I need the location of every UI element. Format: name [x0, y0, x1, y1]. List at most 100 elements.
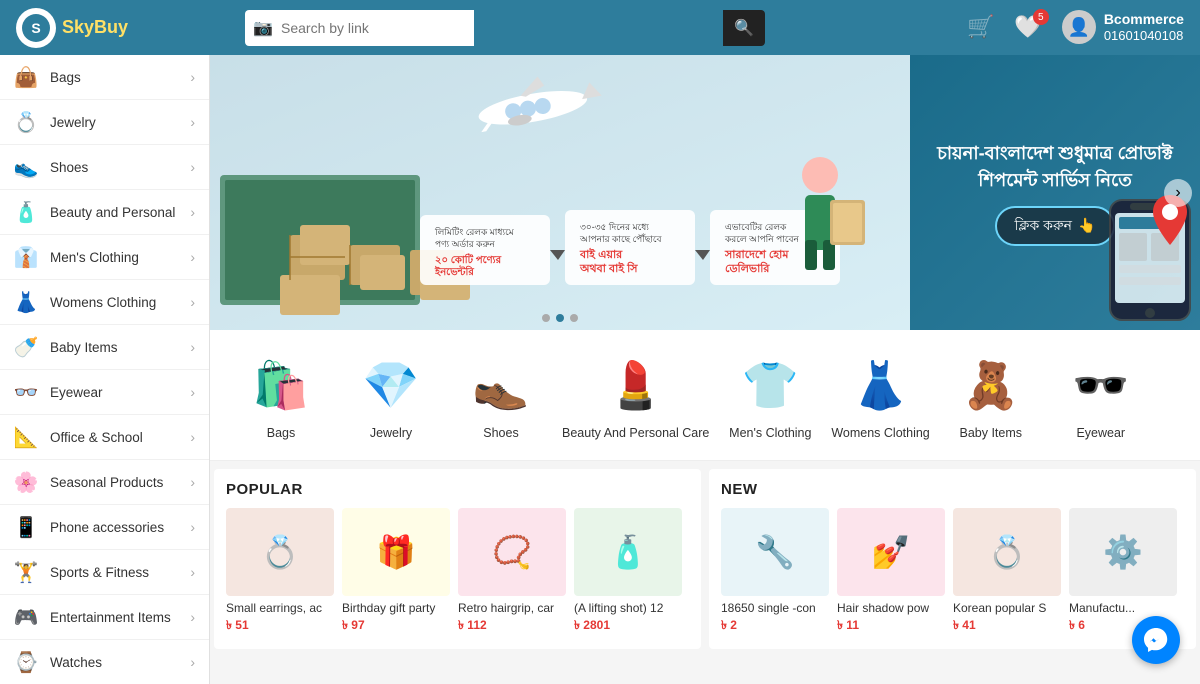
product-price-2: ৳ 112	[458, 617, 566, 637]
beauty-icon: 🧴	[14, 200, 38, 224]
new-product-0[interactable]: 🔧 18650 single -con ৳ 2	[721, 508, 829, 637]
category-item-7[interactable]: 🕶️ Eyewear	[1046, 342, 1156, 448]
sidebar-label-seasonal: Seasonal Products	[50, 475, 178, 490]
sidebar-item-bags[interactable]: 👜 Bags ›	[0, 55, 209, 100]
sidebar-label-womens: Womens Clothing	[50, 295, 178, 310]
sidebar-item-beauty[interactable]: 🧴 Beauty and Personal ›	[0, 190, 209, 235]
new-section: NEW 🔧 18650 single -con ৳ 2 💅 Hair shado…	[709, 469, 1196, 649]
chevron-icon: ›	[190, 474, 195, 490]
mens-icon: 👔	[14, 245, 38, 269]
user-info[interactable]: 👤 Bcommerce 01601040108	[1062, 10, 1184, 45]
sidebar-item-womens[interactable]: 👗 Womens Clothing ›	[0, 280, 209, 325]
new-products: 🔧 18650 single -con ৳ 2 💅 Hair shadow po…	[721, 508, 1184, 637]
chevron-icon: ›	[190, 159, 195, 175]
sidebar-label-eyewear: Eyewear	[50, 385, 178, 400]
bags-icon: 👜	[14, 65, 38, 89]
search-button[interactable]: 🔍	[723, 10, 765, 46]
popular-title: POPULAR	[226, 481, 689, 498]
svg-text:লিমিটিং রেলক মাধ্যমে: লিমিটিং রেলক মাধ্যমে	[434, 226, 515, 237]
cart-icon[interactable]: 🛒	[967, 14, 994, 40]
wishlist-icon[interactable]: 🤍 5	[1014, 14, 1041, 40]
sidebar-item-entertainment[interactable]: 🎮 Entertainment Items ›	[0, 595, 209, 640]
shoes-icon: 👟	[14, 155, 38, 179]
sidebar-label-bags: Bags	[50, 70, 178, 85]
entertainment-icon: 🎮	[14, 605, 38, 629]
banner: ‹	[210, 55, 1200, 330]
sidebar-item-baby[interactable]: 🍼 Baby Items ›	[0, 325, 209, 370]
search-camera-icon: 📷	[253, 18, 273, 38]
cat-icon-3: 💄	[601, 350, 671, 420]
popular-product-0[interactable]: 💍 Small earrings, ac ৳ 51	[226, 508, 334, 637]
product-img-1: 🎁	[342, 508, 450, 596]
sidebar-item-sports[interactable]: 🏋️ Sports & Fitness ›	[0, 550, 209, 595]
sidebar-item-mens[interactable]: 👔 Men's Clothing ›	[0, 235, 209, 280]
popular-product-3[interactable]: 🧴 (A lifting shot) 12 ৳ 2801	[574, 508, 682, 637]
product-price-0: ৳ 51	[226, 617, 334, 637]
sidebar-label-phone: Phone accessories	[50, 520, 178, 535]
jewelry-icon: 💍	[14, 110, 38, 134]
cat-label-0: Bags	[267, 426, 296, 440]
dot-2[interactable]	[556, 314, 564, 322]
chevron-icon: ›	[190, 114, 195, 130]
cat-icon-2: 👞	[466, 350, 536, 420]
new-product-img-0: 🔧	[721, 508, 829, 596]
product-name-3: (A lifting shot) 12	[574, 601, 682, 615]
search-input[interactable]	[245, 10, 474, 46]
category-item-3[interactable]: 💄 Beauty And Personal Care	[556, 342, 715, 448]
svg-text:আপনার কাছে পৌঁছাবে: আপনার কাছে পৌঁছাবে	[579, 233, 663, 244]
chevron-icon: ›	[190, 249, 195, 265]
product-name-0: Small earrings, ac	[226, 601, 334, 615]
sidebar-item-shoes[interactable]: 👟 Shoes ›	[0, 145, 209, 190]
new-product-1[interactable]: 💅 Hair shadow pow ৳ 11	[837, 508, 945, 637]
sports-icon: 🏋️	[14, 560, 38, 584]
sidebar-item-eyewear[interactable]: 👓 Eyewear ›	[0, 370, 209, 415]
dot-1[interactable]	[542, 314, 550, 322]
phone-icon: 📱	[14, 515, 38, 539]
sidebar-item-phone[interactable]: 📱 Phone accessories ›	[0, 505, 209, 550]
category-item-2[interactable]: 👞 Shoes	[446, 342, 556, 448]
sidebar-item-watches[interactable]: ⌚ Watches ›	[0, 640, 209, 684]
user-text: Bcommerce 01601040108	[1104, 10, 1184, 45]
new-product-name-1: Hair shadow pow	[837, 601, 945, 615]
office-icon: 📐	[14, 425, 38, 449]
category-item-0[interactable]: 🛍️ Bags	[226, 342, 336, 448]
category-row: 🛍️ Bags 💎 Jewelry 👞 Shoes 💄 Beauty And P…	[210, 330, 1200, 461]
cat-label-6: Baby Items	[960, 426, 1023, 440]
banner-cta-button[interactable]: ক্লিক করুন 👆	[995, 206, 1116, 246]
svg-text:এভাবেটির রেলক: এভাবেটির রেলক	[725, 221, 787, 232]
logo[interactable]: S SkyBuy	[16, 8, 136, 48]
popular-product-1[interactable]: 🎁 Birthday gift party ৳ 97	[342, 508, 450, 637]
logo-icon: S	[16, 8, 56, 48]
header-icons: 🛒 🤍 5 👤 Bcommerce 01601040108	[967, 10, 1184, 45]
banner-right-text: চায়না-বাংলাদেশ শুধুমাত্র প্রোডাক্ট শিপম…	[937, 140, 1173, 194]
sidebar: 👜 Bags › 💍 Jewelry › 👟 Shoes › 🧴 Beauty …	[0, 55, 210, 684]
sidebar-item-seasonal[interactable]: 🌸 Seasonal Products ›	[0, 460, 209, 505]
cat-label-1: Jewelry	[370, 426, 412, 440]
category-item-5[interactable]: 👗 Womens Clothing	[825, 342, 935, 448]
search-bar: 📷 🔍	[245, 10, 765, 46]
sidebar-item-office[interactable]: 📐 Office & School ›	[0, 415, 209, 460]
category-item-4[interactable]: 👕 Men's Clothing	[715, 342, 825, 448]
dot-3[interactable]	[570, 314, 578, 322]
category-item-1[interactable]: 💎 Jewelry	[336, 342, 446, 448]
product-name-1: Birthday gift party	[342, 601, 450, 615]
chevron-icon: ›	[190, 654, 195, 670]
svg-text:ডেলিভারি: ডেলিভারি	[725, 261, 770, 275]
product-price-1: ৳ 97	[342, 617, 450, 637]
sidebar-item-jewelry[interactable]: 💍 Jewelry ›	[0, 100, 209, 145]
svg-text:করলে আপনি পাবেন: করলে আপনি পাবেন	[724, 234, 799, 244]
logo-text: SkyBuy	[62, 17, 128, 38]
new-product-name-2: Korean popular S	[953, 601, 1061, 615]
banner-main: লিমিটিং রেলক মাধ্যমে পণ্য অর্ডার করুন ২০…	[210, 55, 910, 330]
category-item-6[interactable]: 🧸 Baby Items	[936, 342, 1046, 448]
cat-icon-1: 💎	[356, 350, 426, 420]
popular-product-2[interactable]: 📿 Retro hairgrip, car ৳ 112	[458, 508, 566, 637]
sidebar-label-entertainment: Entertainment Items	[50, 610, 178, 625]
svg-text:সারাদেশে হোম: সারাদেশে হোম	[724, 249, 789, 261]
new-product-2[interactable]: 💍 Korean popular S ৳ 41	[953, 508, 1061, 637]
svg-text:S: S	[31, 20, 40, 36]
messenger-fab[interactable]	[1132, 616, 1180, 664]
banner-next-button[interactable]: ›	[1164, 179, 1192, 207]
product-img-2: 📿	[458, 508, 566, 596]
new-product-name-0: 18650 single -con	[721, 601, 829, 615]
